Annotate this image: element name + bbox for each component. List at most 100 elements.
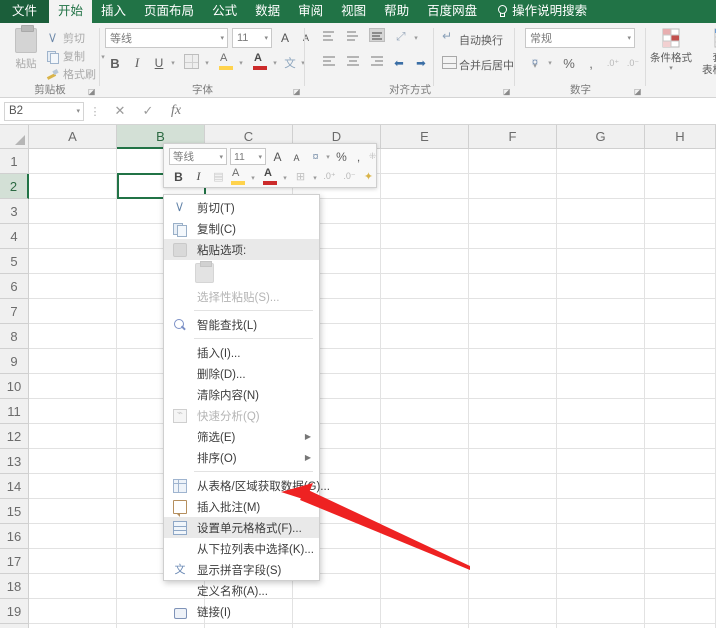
context-item-insert[interactable]: 插入(I)... xyxy=(164,342,319,363)
cell-G18[interactable] xyxy=(557,574,645,599)
ribbon-tab-page-layout[interactable]: 页面布局 xyxy=(135,0,203,23)
number-dialog-launcher[interactable]: ◪ xyxy=(634,87,643,96)
cell-A14[interactable] xyxy=(29,474,117,499)
cell-F3[interactable] xyxy=(469,199,557,224)
row-header-3[interactable]: 3 xyxy=(0,199,29,224)
cell-F12[interactable] xyxy=(469,424,557,449)
cell-E9[interactable] xyxy=(381,349,469,374)
italic-button[interactable]: I xyxy=(127,53,147,73)
cell-H14[interactable] xyxy=(645,474,716,499)
cell-F2[interactable] xyxy=(469,174,557,199)
context-item-format-cells[interactable]: 设置单元格格式(F)... xyxy=(164,517,319,538)
cell-G4[interactable] xyxy=(557,224,645,249)
cell-A8[interactable] xyxy=(29,324,117,349)
cell-C20[interactable] xyxy=(205,624,293,628)
fill-color-icon[interactable]: A xyxy=(218,52,234,70)
mini-currency-button[interactable]: ¤ xyxy=(307,148,324,165)
cell-H8[interactable] xyxy=(645,324,716,349)
column-header-G[interactable]: G xyxy=(557,125,645,149)
cell-A19[interactable] xyxy=(29,599,117,624)
align-center-icon[interactable] xyxy=(345,55,361,69)
increase-indent-icon[interactable]: ➡ xyxy=(411,53,431,73)
wrap-text-icon[interactable] xyxy=(442,29,456,46)
row-header-13[interactable]: 13 xyxy=(0,449,29,474)
mini-font-color-icon[interactable]: A xyxy=(262,167,278,185)
cell-F7[interactable] xyxy=(469,299,557,324)
cell-E11[interactable] xyxy=(381,399,469,424)
ribbon-tab-help[interactable]: 帮助 xyxy=(375,0,418,23)
font-color-icon[interactable]: A xyxy=(252,52,268,70)
copy-button[interactable]: 复制 ▾ xyxy=(46,48,105,64)
cell-E1[interactable] xyxy=(381,149,469,174)
mini-italic-button[interactable]: I xyxy=(190,168,207,185)
cell-A18[interactable] xyxy=(29,574,117,599)
row-header-1[interactable]: 1 xyxy=(0,149,29,174)
cell-G7[interactable] xyxy=(557,299,645,324)
row-header-14[interactable]: 14 xyxy=(0,474,29,499)
cell-E17[interactable] xyxy=(381,549,469,574)
align-left-icon[interactable] xyxy=(321,55,337,69)
context-item-sort[interactable]: 排序(O) ▶ xyxy=(164,447,319,468)
cell-A2[interactable] xyxy=(29,174,117,199)
cell-A5[interactable] xyxy=(29,249,117,274)
mini-decimal-button[interactable]: ⁜ xyxy=(364,148,381,165)
cell-F19[interactable] xyxy=(469,599,557,624)
clipboard-dialog-launcher[interactable]: ◪ xyxy=(88,87,97,96)
chevron-down-icon[interactable]: ▾ xyxy=(220,34,224,42)
borders-icon[interactable] xyxy=(184,54,199,69)
cell-H16[interactable] xyxy=(645,524,716,549)
cell-A1[interactable] xyxy=(29,149,117,174)
cell-H20[interactable] xyxy=(645,624,716,628)
mini-decrease-font-button[interactable]: A xyxy=(288,149,305,166)
cell-E14[interactable] xyxy=(381,474,469,499)
cell-G19[interactable] xyxy=(557,599,645,624)
ribbon-tab-view[interactable]: 视图 xyxy=(332,0,375,23)
cell-H1[interactable] xyxy=(645,149,716,174)
row-header-10[interactable]: 10 xyxy=(0,374,29,399)
cell-E13[interactable] xyxy=(381,449,469,474)
font-size-combo[interactable]: 11 ▾ xyxy=(232,28,272,48)
row-header-4[interactable]: 4 xyxy=(0,224,29,249)
cell-G1[interactable] xyxy=(557,149,645,174)
mini-font-name-combo[interactable]: 等线 ▾ xyxy=(169,148,227,165)
column-header-A[interactable]: A xyxy=(29,125,117,149)
cell-E20[interactable] xyxy=(381,624,469,628)
insert-function-button[interactable]: fx xyxy=(162,103,190,119)
cell-F11[interactable] xyxy=(469,399,557,424)
enter-formula-button[interactable]: ✓ xyxy=(134,103,162,119)
cell-A15[interactable] xyxy=(29,499,117,524)
cell-G9[interactable] xyxy=(557,349,645,374)
cell-G12[interactable] xyxy=(557,424,645,449)
cell-H17[interactable] xyxy=(645,549,716,574)
cell-F18[interactable] xyxy=(469,574,557,599)
cell-F4[interactable] xyxy=(469,224,557,249)
cell-H2[interactable] xyxy=(645,174,716,199)
align-right-icon[interactable] xyxy=(369,55,385,69)
alignment-dialog-launcher[interactable]: ◪ xyxy=(503,87,512,96)
format-as-table-button[interactable]: 套用 表格格式 xyxy=(698,27,716,76)
paste-option-keep-source-icon[interactable] xyxy=(195,261,214,283)
tell-me-search[interactable]: 操作说明搜索 xyxy=(486,0,596,23)
cell-A3[interactable] xyxy=(29,199,117,224)
align-top-icon[interactable] xyxy=(321,29,337,43)
cell-G13[interactable] xyxy=(557,449,645,474)
cell-G20[interactable] xyxy=(557,624,645,628)
ribbon-tab-insert[interactable]: 插入 xyxy=(92,0,135,23)
cell-G2[interactable] xyxy=(557,174,645,199)
percent-format-icon[interactable]: % xyxy=(559,53,579,73)
cell-A7[interactable] xyxy=(29,299,117,324)
row-header-20[interactable]: 20 xyxy=(0,624,29,628)
row-header-16[interactable]: 16 xyxy=(0,524,29,549)
cell-H7[interactable] xyxy=(645,299,716,324)
row-header-15[interactable]: 15 xyxy=(0,499,29,524)
cell-A9[interactable] xyxy=(29,349,117,374)
cell-E10[interactable] xyxy=(381,374,469,399)
column-header-E[interactable]: E xyxy=(381,125,469,149)
cell-F9[interactable] xyxy=(469,349,557,374)
currency-format-icon[interactable]: ¤ xyxy=(525,53,545,73)
cell-E12[interactable] xyxy=(381,424,469,449)
row-header-12[interactable]: 12 xyxy=(0,424,29,449)
row-header-18[interactable]: 18 xyxy=(0,574,29,599)
format-painter-button[interactable]: 格式刷 xyxy=(46,66,96,82)
cell-B20[interactable] xyxy=(117,624,205,628)
